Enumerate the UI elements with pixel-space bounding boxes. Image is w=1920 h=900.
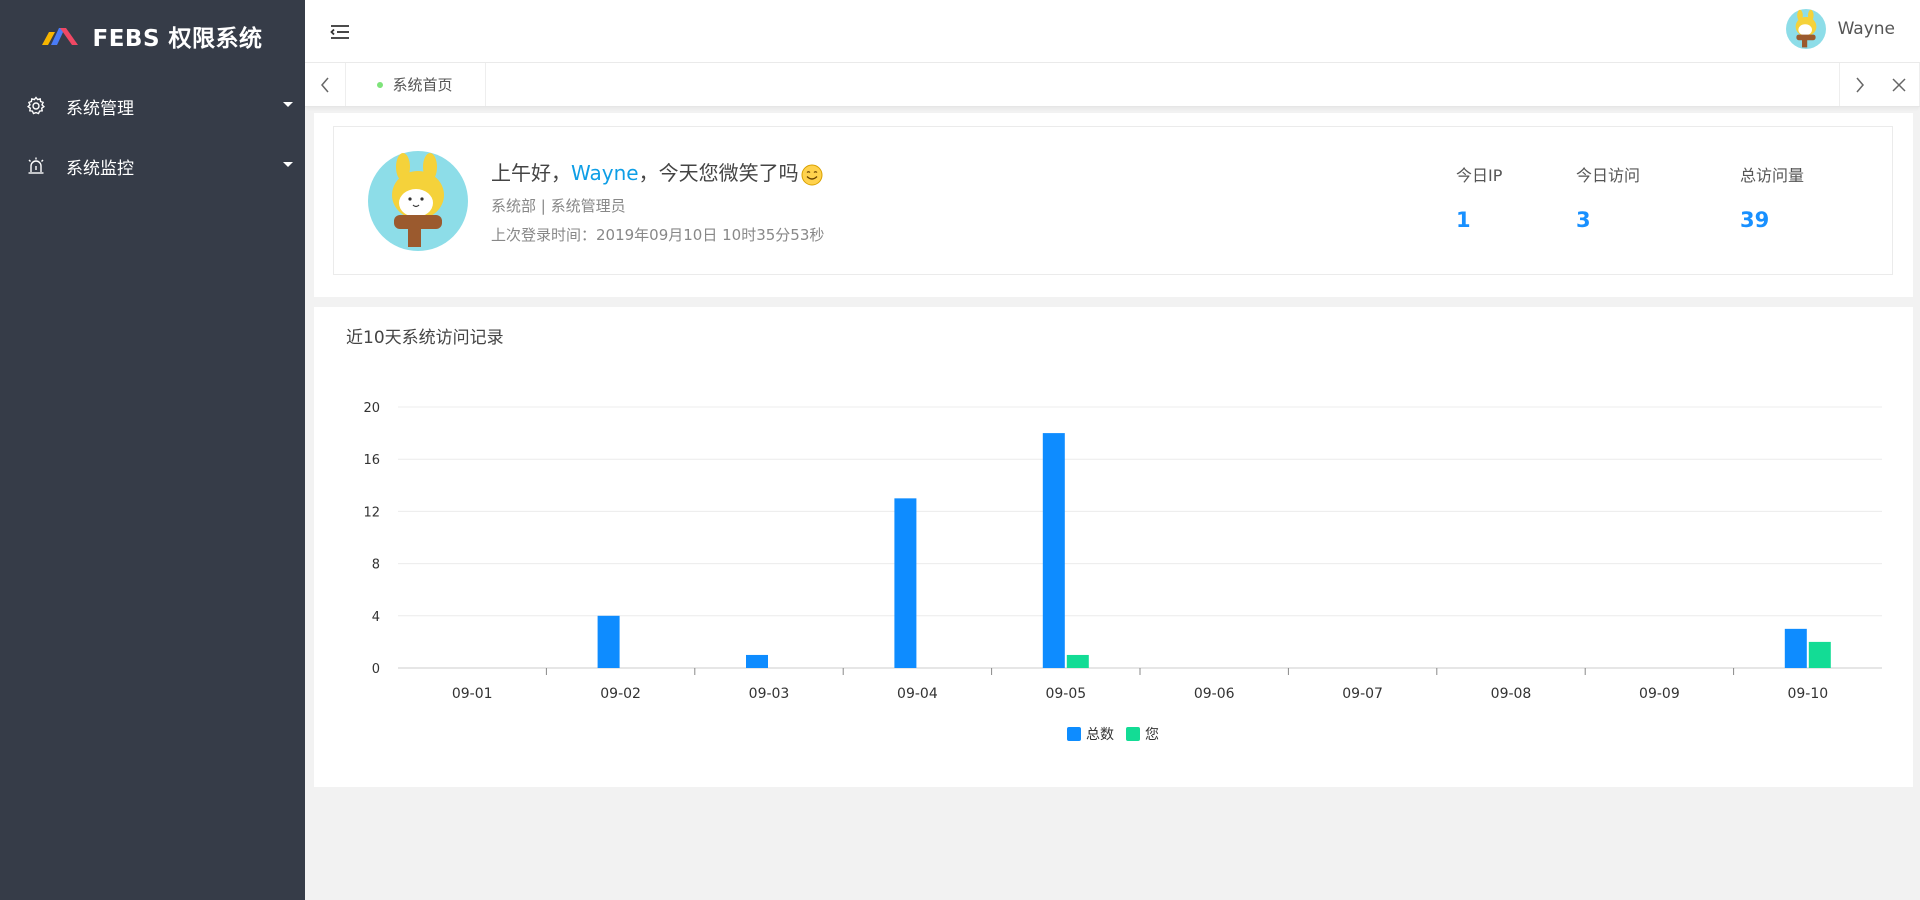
greeting-prefix: 上午好， (491, 161, 571, 185)
chevron-right-icon (1856, 77, 1864, 92)
user-department: 系统部 | 系统管理员 (491, 197, 626, 215)
sidebar: FEBS 权限系统 系统管理 系统监控 (0, 0, 305, 900)
tab-home[interactable]: 系统首页 (345, 63, 486, 106)
y-tick-label: 4 (372, 610, 380, 625)
sidebar-item-system-monitor[interactable]: 系统监控 (0, 136, 305, 196)
menu-toggle-icon[interactable] (330, 24, 350, 40)
last-login-time: 上次登录时间：2019年09月10日 10时35分53秒 (491, 226, 825, 244)
y-tick-label: 20 (363, 401, 380, 416)
tab-close-all-button[interactable] (1879, 63, 1920, 106)
x-tick-label: 09-05 (1045, 686, 1086, 702)
visit-bar-chart: 0 4 8 12 16 20 09-01 09-02 09-03 09-04 09-05 09-06 0… (363, 401, 1882, 743)
alarm-icon (26, 156, 46, 176)
stat-today-visits: 今日访问 3 (1576, 162, 1640, 232)
stat-total-visits: 总访问量 39 (1740, 162, 1804, 232)
chevron-left-icon (321, 77, 329, 92)
avatar (1785, 9, 1826, 49)
x-tick-label: 09-04 (897, 686, 938, 702)
legend-swatch (1067, 727, 1081, 741)
sidebar-item-label: 系统监控 (66, 158, 134, 179)
app-title: FEBS 权限系统 (92, 26, 263, 52)
x-tick-label: 09-09 (1639, 686, 1680, 702)
user-avatar (368, 151, 468, 251)
y-tick-label: 16 (363, 453, 380, 468)
legend-swatch (1126, 727, 1140, 741)
gear-icon (26, 96, 46, 116)
sidebar-item-label: 系统管理 (66, 98, 134, 119)
welcome-card: 上午好，Wayne，今天您微笑了吗 系统部 | 系统管理员 上次登录时间：201… (314, 113, 1913, 297)
y-tick-label: 0 (372, 662, 380, 677)
bar-total (1042, 433, 1065, 668)
x-tick-label: 09-10 (1787, 686, 1828, 702)
tab-next-button[interactable] (1839, 63, 1880, 106)
sidebar-item-system-management[interactable]: 系统管理 (0, 76, 305, 136)
caret-down-icon (283, 102, 293, 107)
x-tick-label: 09-01 (452, 686, 493, 702)
greeting-suffix: ，今天您微笑了吗 (638, 161, 799, 185)
stat-value: 1 (1456, 208, 1471, 232)
caret-down-icon (283, 162, 293, 167)
x-tick-label: 09-02 (600, 686, 641, 702)
header-username: Wayne (1837, 19, 1895, 39)
greeting-username: Wayne (571, 161, 639, 185)
y-tick-label: 12 (363, 505, 380, 520)
bar-total (1784, 628, 1807, 668)
smile-emoji-icon (801, 164, 823, 185)
bar-total (597, 615, 620, 668)
x-tick-label: 09-03 (749, 686, 790, 702)
legend-label: 您 (1145, 726, 1159, 743)
user-menu[interactable]: Wayne (1785, 9, 1895, 49)
stat-label: 今日访问 (1576, 166, 1641, 185)
x-tick-label: 09-07 (1342, 686, 1383, 702)
bar-you (1066, 654, 1089, 668)
bar-total (746, 654, 768, 668)
tab-prev-button[interactable] (305, 63, 346, 106)
greeting: 上午好，Wayne，今天您微笑了吗 (491, 157, 823, 186)
top-header: Wayne (305, 0, 1920, 63)
bar-you (1808, 641, 1831, 668)
bar-total (894, 498, 917, 668)
close-icon (1892, 77, 1906, 92)
stat-label: 总访问量 (1740, 166, 1805, 185)
chart-card: 近10天系统访问记录 0 4 8 12 16 20 09-01 09-02 09-03 09-04… (314, 307, 1913, 787)
app-logo[interactable]: FEBS 权限系统 (0, 0, 305, 72)
stat-value: 3 (1576, 208, 1591, 232)
legend-label: 总数 (1086, 727, 1114, 743)
stat-today-ip: 今日IP 1 (1456, 162, 1502, 232)
febs-logo-icon (42, 28, 79, 45)
active-dot (377, 81, 384, 88)
stat-value: 39 (1740, 208, 1770, 232)
welcome-panel: 上午好，Wayne，今天您微笑了吗 系统部 | 系统管理员 上次登录时间：201… (333, 126, 1893, 275)
y-tick-label: 8 (372, 558, 380, 573)
tab-bar: 系统首页 (305, 63, 1920, 107)
tab-label: 系统首页 (392, 76, 453, 94)
x-tick-label: 09-08 (1491, 686, 1532, 702)
x-tick-label: 09-06 (1194, 686, 1235, 702)
stat-label: 今日IP (1456, 166, 1503, 185)
